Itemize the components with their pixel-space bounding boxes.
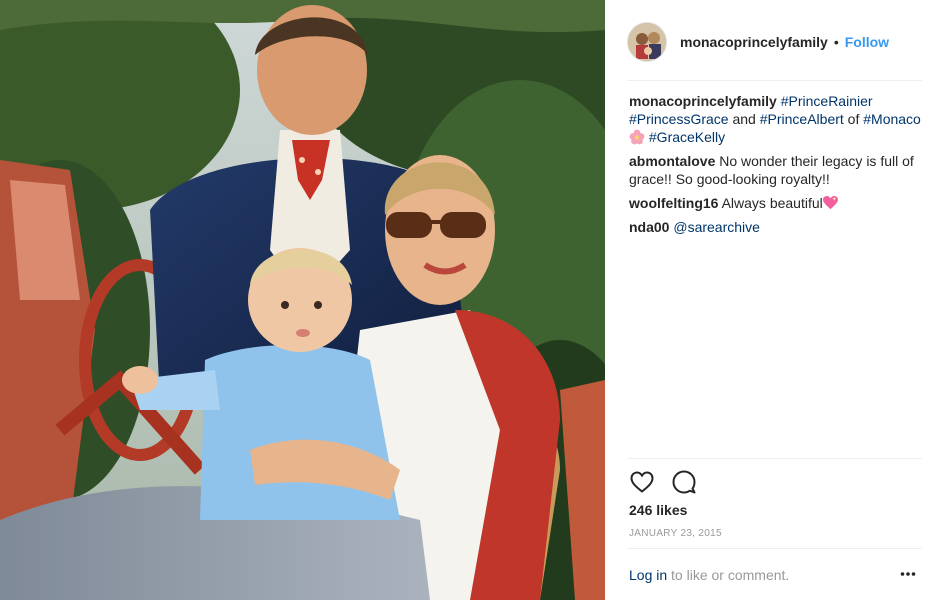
login-prompt-text: to like or comment. [671,567,790,583]
family-photo-illustration [0,0,605,600]
comment-bubble-icon [672,470,696,494]
comment-username[interactable]: woolfelting16 [629,195,718,211]
actions-divider [627,458,922,459]
post-side-panel: monacoprincelyfamily • Follow monacoprin… [605,0,944,600]
caption-username[interactable]: monacoprincelyfamily [629,93,777,109]
hashtag-link[interactable]: #GraceKelly [649,129,725,145]
comment-text: Always beautiful [721,195,823,211]
comment-item: nda00 @sarearchive [629,218,923,236]
sparkling-heart-icon [822,196,838,210]
hashtag-link[interactable]: #PrinceRainier [781,93,873,109]
mention-link[interactable]: @sarearchive [673,219,760,235]
avatar[interactable] [627,22,667,62]
post-photo[interactable] [0,0,605,600]
footer-divider [627,548,922,549]
caption-text: of [847,111,860,127]
comment-username[interactable]: nda00 [629,219,669,235]
heart-outline-icon [630,471,654,493]
header-divider [627,80,922,81]
post-header: monacoprincelyfamily • Follow [627,18,922,66]
post-author-username[interactable]: monacoprincelyfamily [680,34,828,50]
follow-button[interactable]: Follow [845,34,889,50]
avatar-image [628,23,666,61]
login-link[interactable]: Log in [629,567,667,583]
comments-list: monacoprincelyfamily #PrinceRainier #Pri… [629,92,923,242]
comment-item: abmontalove No wonder their legacy is fu… [629,152,923,188]
login-prompt: Log in to like or comment. [629,567,789,583]
caption-text: and [732,111,756,127]
flower-emoji-icon [629,129,645,145]
caption: monacoprincelyfamily #PrinceRainier #Pri… [629,92,923,146]
like-button[interactable] [629,469,655,495]
hashtag-link[interactable]: #PrinceAlbert [760,111,844,127]
comment-item: woolfelting16 Always beautiful [629,194,923,212]
hashtag-link[interactable]: #PrincessGrace [629,111,729,127]
comment-button[interactable] [671,469,697,495]
ellipsis-icon[interactable] [900,566,916,582]
comment-username[interactable]: abmontalove [629,153,715,169]
action-bar [629,469,713,495]
likes-count[interactable]: 246 likes [629,502,687,518]
separator-dot: • [833,34,839,50]
hashtag-link[interactable]: #Monaco [863,111,921,127]
post-date: JANUARY 23, 2015 [629,528,722,539]
